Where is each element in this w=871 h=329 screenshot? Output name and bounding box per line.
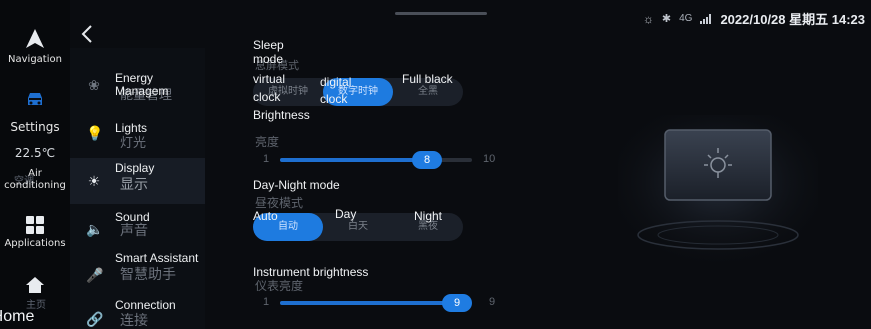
option-auto-en: Auto bbox=[253, 209, 278, 223]
instrument-min: 1 bbox=[263, 296, 270, 308]
option-night-en: Night bbox=[414, 209, 443, 223]
menu-item-label: Lights bbox=[115, 121, 148, 135]
link-icon: 🔗 bbox=[86, 312, 104, 328]
rail-settings[interactable]: Settings bbox=[0, 90, 70, 136]
brightness-slider-knob[interactable]: 8 bbox=[412, 151, 442, 169]
option-digital-en: digital bbox=[320, 75, 352, 89]
temperature-readout: 22.5℃ bbox=[14, 146, 56, 160]
instrument-brightness-zh: 仪表亮度 bbox=[255, 279, 304, 293]
menu-item-zh: 智慧助手 bbox=[120, 267, 176, 283]
menu-item-lights[interactable]: 💡 灯光 Lights bbox=[70, 108, 205, 156]
menu-item-zh: 连接 bbox=[120, 313, 148, 329]
rail-climate-label: Air conditioning bbox=[4, 168, 66, 191]
instrument-slider-fill bbox=[280, 301, 468, 305]
speaker-icon: 🔈 bbox=[86, 222, 104, 238]
menu-item-zh: 显示 bbox=[120, 177, 148, 193]
menu-item-label: Connection bbox=[115, 298, 176, 312]
settings-category-menu: ❀ 能量管理 Energy Managem 💡 灯光 Lights ☀ 显示 D… bbox=[70, 48, 205, 329]
back-button[interactable] bbox=[80, 24, 100, 48]
menu-item-label: Sound bbox=[115, 210, 150, 224]
brightness-min: 1 bbox=[263, 153, 270, 165]
option-digital-en-2: clock bbox=[320, 92, 348, 106]
option-virtual-en: virtual bbox=[253, 72, 286, 86]
rail-home-label: Home bbox=[0, 308, 35, 325]
brightness-slider[interactable]: 8 bbox=[280, 151, 472, 169]
menu-item-sound[interactable]: 🔈 声音 Sound bbox=[70, 208, 205, 256]
screen-preview-illustration bbox=[618, 115, 818, 265]
rail-applications[interactable]: Applications bbox=[0, 216, 70, 256]
option-full-black-en: Full black bbox=[402, 72, 453, 86]
display-preview bbox=[618, 115, 818, 265]
car-settings-icon bbox=[28, 93, 42, 105]
option-zh: 自动 bbox=[278, 221, 298, 232]
home-icon bbox=[26, 277, 44, 293]
instrument-brightness-slider[interactable]: 9 bbox=[280, 294, 472, 312]
energy-leaf-icon: ❀ bbox=[88, 78, 100, 94]
instrument-max: 9 bbox=[489, 296, 496, 308]
brightness-title: Brightness bbox=[253, 108, 310, 122]
instrument-slider-knob[interactable]: 9 bbox=[442, 294, 472, 312]
option-zh: 全黑 bbox=[418, 86, 438, 97]
settings-screen: Navigation Settings 22.5℃ 空调 Air conditi… bbox=[0, 0, 871, 329]
apps-grid-icon bbox=[26, 216, 44, 234]
rail-navigation[interactable]: Navigation bbox=[0, 28, 70, 68]
brightness-max: 10 bbox=[483, 153, 496, 165]
menu-item-display[interactable]: ☀ 显示 Display bbox=[70, 158, 205, 204]
menu-item-label: Smart Assistant bbox=[115, 251, 199, 265]
day-night-option-day[interactable]: 白天 bbox=[323, 213, 393, 241]
option-zh: 白天 bbox=[348, 221, 368, 232]
navigation-arrow-icon bbox=[26, 29, 44, 48]
day-night-title: Day-Night mode bbox=[253, 178, 340, 192]
brightness-sun-icon: ☀ bbox=[87, 174, 101, 190]
brightness-slider-fill bbox=[280, 158, 430, 162]
menu-item-smart-assistant[interactable]: 🎤 智慧助手 Smart Assistant bbox=[70, 252, 205, 300]
microphone-icon: 🎤 bbox=[86, 268, 104, 284]
menu-item-energy[interactable]: ❀ 能量管理 Energy Managem bbox=[70, 62, 205, 110]
rail-home[interactable]: 主页 Home bbox=[0, 276, 70, 329]
sleep-mode-title-2: mode bbox=[253, 52, 284, 66]
rail-settings-label: Settings bbox=[10, 120, 60, 134]
menu-item-label: Display bbox=[115, 161, 155, 175]
option-day-en: Day bbox=[335, 207, 357, 221]
rail-applications-label: Applications bbox=[4, 238, 66, 249]
option-virtual-en-2: clock bbox=[253, 90, 281, 104]
brightness-zh: 亮度 bbox=[255, 135, 280, 149]
light-bulb-icon: 💡 bbox=[86, 126, 104, 142]
chevron-left-icon bbox=[81, 25, 92, 43]
left-rail: Navigation Settings 22.5℃ 空调 Air conditi… bbox=[0, 0, 70, 329]
rail-climate[interactable]: 22.5℃ 空调 Air conditioning bbox=[0, 146, 70, 196]
sleep-mode-title: Sleep bbox=[253, 38, 284, 52]
menu-item-connection[interactable]: 🔗 连接 Connection bbox=[70, 296, 205, 329]
rail-navigation-label: Navigation bbox=[8, 54, 62, 65]
menu-item-label: Energy Managem bbox=[115, 71, 169, 98]
